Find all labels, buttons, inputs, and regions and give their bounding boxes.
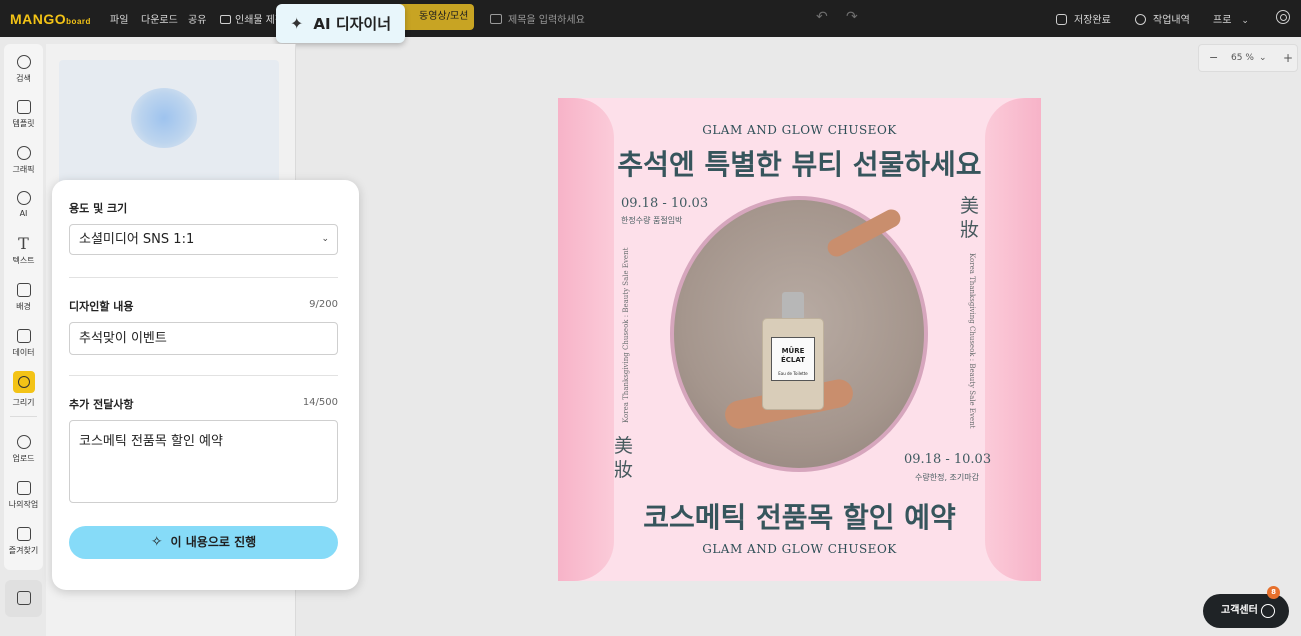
edit-icon xyxy=(490,14,502,24)
ai-designer-label: AI 디자이너 xyxy=(313,15,392,33)
preview-thumbnail[interactable] xyxy=(59,60,279,185)
proceed-button[interactable]: ✧ 이 내용으로 진행 xyxy=(69,526,338,559)
sidebar-item-background[interactable]: 배경 xyxy=(4,283,43,312)
zoom-out-button[interactable]: − xyxy=(1209,51,1218,64)
canvas-hanja-right: 美 妝 xyxy=(960,195,980,241)
sidebar-item-ai[interactable]: AI xyxy=(4,191,43,218)
plan-dropdown[interactable]: 프로 ⌄ xyxy=(1213,11,1249,26)
save-icon xyxy=(1056,14,1067,25)
content-counter: 9/200 xyxy=(309,299,338,310)
chevron-down-icon[interactable]: ⌄ xyxy=(1259,53,1267,63)
menu-file[interactable]: 파일 xyxy=(110,11,128,26)
top-bar: MANGOboard 파일 다운로드 공유 인쇄물 제작 동영상/모션 제목을 … xyxy=(0,0,1301,37)
undo-icon[interactable]: ↶ xyxy=(816,10,830,24)
menu-share[interactable]: 공유 xyxy=(188,11,206,26)
layers-icon xyxy=(16,591,31,605)
ai-designer-badge[interactable]: ✦ AI 디자이너 xyxy=(276,4,405,43)
logo[interactable]: MANGOboard xyxy=(10,11,91,27)
extra-label: 추가 전달사항 xyxy=(69,398,134,411)
draw-icon xyxy=(12,371,35,393)
history-icon xyxy=(1135,14,1146,25)
sidebar-item-graphic[interactable]: 그래픽 xyxy=(4,146,43,175)
my-work-icon xyxy=(16,481,31,495)
sidebar-item-favorite[interactable]: 즐겨찾기 xyxy=(4,527,43,556)
canvas-note-left: 한정수량 품절임박 xyxy=(621,216,683,225)
design-canvas[interactable]: GLAM AND GLOW CHUSEOK 추석엔 특별한 뷰티 선물하세요 0… xyxy=(558,98,1041,581)
sidebar-item-my-work[interactable]: 나의작업 xyxy=(4,481,43,510)
zoom-in-button[interactable]: + xyxy=(1283,51,1293,65)
search-icon xyxy=(16,55,31,69)
background-icon xyxy=(16,283,31,297)
canvas-note-right: 수량한정, 조기마감 xyxy=(915,473,979,482)
ai-design-dialog: 용도 및 크기 소셜미디어 SNS 1:1 ⌄ 디자인할 내용 9/200 추석… xyxy=(52,180,359,590)
upload-icon xyxy=(16,435,31,449)
bottle-label: MÛRE ÉCLAT Eau de Toilette xyxy=(771,337,815,381)
divider xyxy=(69,277,338,278)
ai-icon xyxy=(16,191,31,205)
canvas-vertical-text-right: Korea Thanksgiving Chuseok : Beauty Sale… xyxy=(968,253,976,429)
menu-print[interactable]: 인쇄물 제작 xyxy=(220,11,284,26)
chat-icon xyxy=(1261,604,1275,618)
purpose-label: 용도 및 크기 xyxy=(69,202,128,215)
magic-wand-icon: ✦ xyxy=(290,14,304,33)
sidebar-divider xyxy=(10,416,37,417)
graphic-icon xyxy=(16,146,31,160)
notification-badge: 8 xyxy=(1267,586,1280,599)
sidebar-bottom-button[interactable] xyxy=(5,580,42,617)
chevron-down-icon: ⌄ xyxy=(321,234,329,244)
canvas-bottom-headline: 코스메틱 전품목 할인 예약 xyxy=(643,501,956,534)
chevron-down-icon: ⌄ xyxy=(1241,16,1249,26)
sidebar: 검색 템플릿 그래픽 AI T 텍스트 배경 데이터 그리기 업로드 나의작업 즐… xyxy=(4,44,43,570)
canvas-bottom-subtitle: GLAM AND GLOW CHUSEOK xyxy=(702,542,897,556)
extra-textarea[interactable]: 코스메틱 전품목 할인 예약 xyxy=(69,420,338,503)
favorite-icon xyxy=(16,527,31,541)
divider xyxy=(69,375,338,376)
hand-image xyxy=(824,206,904,260)
zoom-control: − 65 % ⌄ + xyxy=(1198,44,1298,72)
title-input[interactable]: 제목을 입력하세요 xyxy=(490,11,585,26)
canvas-headline: 추석엔 특별한 뷰티 선물하세요 xyxy=(617,148,982,181)
chart-icon xyxy=(16,329,31,343)
sidebar-item-template[interactable]: 템플릿 xyxy=(4,100,43,129)
redo-icon[interactable]: ↷ xyxy=(846,10,860,24)
content-input[interactable]: 추석맞이 이벤트 xyxy=(69,322,338,355)
canvas-vertical-text-left: Korea Thanksgiving Chuseok : Beauty Sale… xyxy=(622,247,630,423)
text-icon: T xyxy=(18,234,29,253)
template-icon xyxy=(16,100,31,114)
sidebar-item-search[interactable]: 검색 xyxy=(4,55,43,84)
history-button[interactable]: 작업내역 xyxy=(1135,11,1190,26)
zoom-value[interactable]: 65 % xyxy=(1231,53,1254,63)
extra-counter: 14/500 xyxy=(302,397,338,408)
canvas-date-right: 09.18 - 10.03 xyxy=(904,452,992,467)
canvas-hanja-left: 美 妝 xyxy=(614,435,634,481)
sidebar-item-text[interactable]: T 텍스트 xyxy=(4,234,43,266)
bottle-cap xyxy=(782,292,804,320)
sparkle-icon: ✧ xyxy=(150,534,163,550)
sidebar-item-upload[interactable]: 업로드 xyxy=(4,435,43,464)
canvas-top-subtitle: GLAM AND GLOW CHUSEOK xyxy=(702,123,897,137)
product-photo: MÛRE ÉCLAT Eau de Toilette xyxy=(670,196,928,472)
menu-download[interactable]: 다운로드 xyxy=(141,11,178,26)
content-label: 디자인할 내용 xyxy=(69,300,134,313)
canvas-date-left: 09.18 - 10.03 xyxy=(621,196,709,211)
gear-icon[interactable] xyxy=(1276,10,1290,24)
save-status[interactable]: 저장완료 xyxy=(1056,11,1111,26)
sidebar-item-draw[interactable]: 그리기 xyxy=(4,371,43,408)
purpose-select[interactable]: 소셜미디어 SNS 1:1 ⌄ xyxy=(69,224,338,255)
printer-icon xyxy=(220,15,231,24)
customer-support-button[interactable]: 고객센터 8 xyxy=(1203,586,1289,628)
sidebar-item-data[interactable]: 데이터 xyxy=(4,329,43,358)
